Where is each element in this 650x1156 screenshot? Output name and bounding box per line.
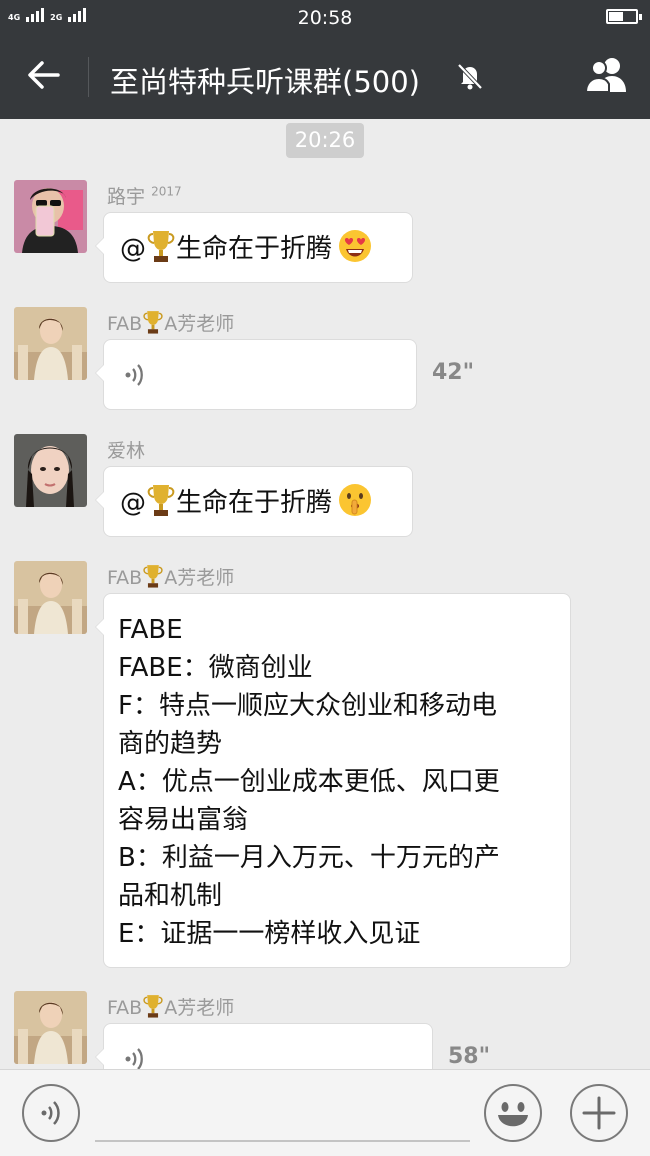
message-line: 容易出富翁: [118, 805, 249, 835]
trophy-emoji-icon: [147, 231, 175, 262]
avatar[interactable]: [14, 180, 87, 253]
avatar[interactable]: [14, 561, 87, 634]
voice-input-icon: [41, 1101, 60, 1125]
trophy-emoji-icon: [147, 485, 175, 516]
message-line: F：特点一顺应大众创业和移动电: [118, 691, 497, 721]
group-members-icon: [584, 58, 626, 93]
message-text: FABE FABE：微商创业 F：特点一顺应大众创业和移动电 商的趋势 A：优点…: [104, 594, 570, 970]
sender-name: FAB A芳老师: [107, 563, 234, 590]
sender-name: 爱林: [107, 440, 146, 462]
mute-bell-icon: [455, 61, 485, 91]
emoji-icon: [498, 1102, 528, 1127]
text-bubble[interactable]: @ 生命在于折腾: [95, 212, 413, 283]
message-input[interactable]: [95, 1140, 470, 1142]
sender-name: FAB A芳老师: [107, 993, 234, 1020]
trophy-emoji-icon: [143, 995, 163, 1018]
status-bar: 4G 2G 20:58: [0, 0, 650, 33]
timestamp-divider: 20:26: [286, 123, 364, 158]
group-members-button[interactable]: [582, 55, 632, 95]
message-text: 生命在于折腾: [176, 488, 333, 518]
trophy-emoji-icon: [143, 311, 163, 334]
sender-badge: 2017: [151, 184, 182, 199]
trophy-emoji-icon: [143, 565, 163, 588]
sender-name: 路宇 2017: [107, 184, 182, 208]
text-bubble[interactable]: FABE FABE：微商创业 F：特点一顺应大众创业和移动电 商的趋势 A：优点…: [95, 593, 571, 970]
message-line: B：利益一月入万元、十万元的产: [118, 843, 500, 873]
message-line: FABE: [118, 615, 183, 645]
voice-message-bubble[interactable]: [95, 1023, 433, 1069]
mention-symbol: @: [120, 234, 146, 264]
voice-input-button[interactable]: [22, 1084, 80, 1142]
shushing-face-emoji: [339, 484, 372, 516]
message-list[interactable]: 20:26 路宇 2017 @ 生命在于折腾 FAB A芳老师 42" 爱林 @…: [0, 119, 650, 1069]
avatar[interactable]: [14, 434, 87, 507]
message-text: 生命在于折腾: [176, 234, 333, 264]
back-button[interactable]: [22, 53, 66, 97]
avatar[interactable]: [14, 307, 87, 380]
voice-wave-icon: [125, 364, 143, 386]
battery-icon: [606, 9, 642, 24]
avatar[interactable]: [14, 991, 87, 1064]
text-bubble[interactable]: @ 生命在于折腾: [95, 466, 413, 537]
more-options-button[interactable]: [570, 1084, 628, 1142]
message-line: 品和机制: [118, 881, 223, 911]
mention-symbol: @: [120, 488, 146, 518]
message-line: 商的趋势: [118, 729, 223, 759]
message-line: A：优点一创业成本更低、风口更: [118, 767, 500, 797]
back-arrow-icon: [28, 61, 60, 89]
input-bar: [0, 1069, 650, 1156]
voice-duration: 58": [448, 1044, 491, 1069]
sender-name: FAB A芳老师: [107, 309, 234, 336]
heart-eyes-emoji: [339, 230, 372, 262]
voice-duration: 42": [432, 360, 475, 385]
voice-wave-icon: [125, 1048, 143, 1069]
emoji-button[interactable]: [484, 1084, 542, 1142]
header-divider: [88, 57, 89, 97]
message-line: FABE：微商创业: [118, 653, 313, 683]
plus-icon: [582, 1096, 616, 1130]
status-time: 20:58: [297, 7, 353, 29]
voice-message-bubble[interactable]: [95, 339, 417, 410]
chat-header: 至尚特种兵听课群(500): [0, 33, 650, 119]
message-line: E：证据一一榜样收入见证: [118, 919, 421, 949]
group-title: 至尚特种兵听课群(500): [110, 65, 420, 99]
